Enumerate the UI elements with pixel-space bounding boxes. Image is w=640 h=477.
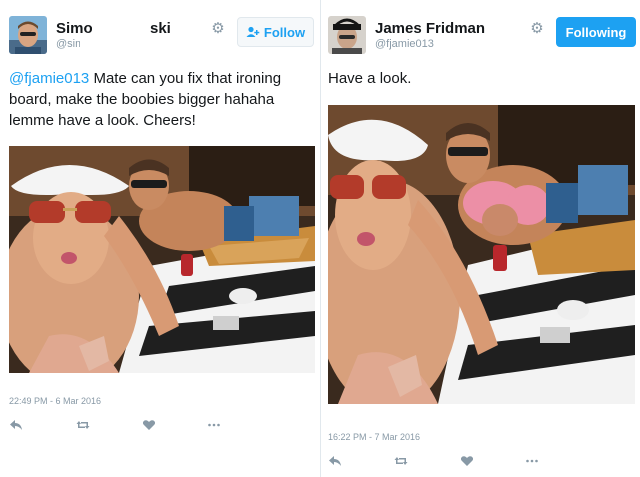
author-handle[interactable]: @fjamie013 — [375, 38, 434, 50]
following-label: Following — [565, 24, 627, 40]
person-plus-icon — [246, 26, 260, 37]
handle-redaction — [80, 37, 132, 50]
reply-icon[interactable] — [328, 454, 342, 468]
follow-button[interactable]: Follow — [237, 17, 314, 47]
tweet-timestamp[interactable]: 16:22 PM - 7 Mar 2016 — [328, 432, 420, 442]
heart-icon[interactable] — [460, 454, 474, 468]
gear-icon[interactable]: ⚙ — [529, 21, 545, 37]
avatar[interactable] — [9, 16, 47, 54]
tweet-text: @fjamie013 Mate can you fix that ironing… — [9, 68, 309, 131]
gear-icon[interactable]: ⚙ — [210, 21, 226, 37]
author-name[interactable]: James Fridman — [375, 20, 485, 37]
mention-link[interactable]: @fjamie013 — [9, 70, 89, 87]
more-icon[interactable] — [525, 454, 539, 468]
following-button[interactable]: Following — [556, 17, 636, 47]
retweet-icon[interactable] — [394, 454, 408, 468]
original-tweet: Simo ski @sim ⚙ Follow @fjamie013 Mate c… — [0, 0, 320, 477]
tweet-timestamp[interactable]: 22:49 PM - 6 Mar 2016 — [9, 396, 101, 406]
tweet-photo[interactable] — [9, 146, 315, 373]
heart-icon[interactable] — [142, 418, 156, 432]
name-redaction — [92, 19, 150, 37]
author-name-start[interactable]: Simo — [56, 20, 93, 37]
tweet-actions — [328, 454, 539, 468]
reply-tweet: James Fridman @fjamie013 ⚙ Following Hav… — [321, 0, 640, 477]
avatar[interactable] — [328, 16, 366, 54]
retweet-icon[interactable] — [76, 418, 90, 432]
reply-icon[interactable] — [9, 418, 23, 432]
author-name-end[interactable]: ski — [150, 20, 171, 37]
tweet-actions — [9, 418, 221, 432]
more-icon[interactable] — [207, 418, 221, 432]
tweet-photo[interactable] — [328, 105, 635, 404]
follow-label: Follow — [263, 24, 306, 40]
tweet-text: Have a look. — [328, 70, 412, 87]
